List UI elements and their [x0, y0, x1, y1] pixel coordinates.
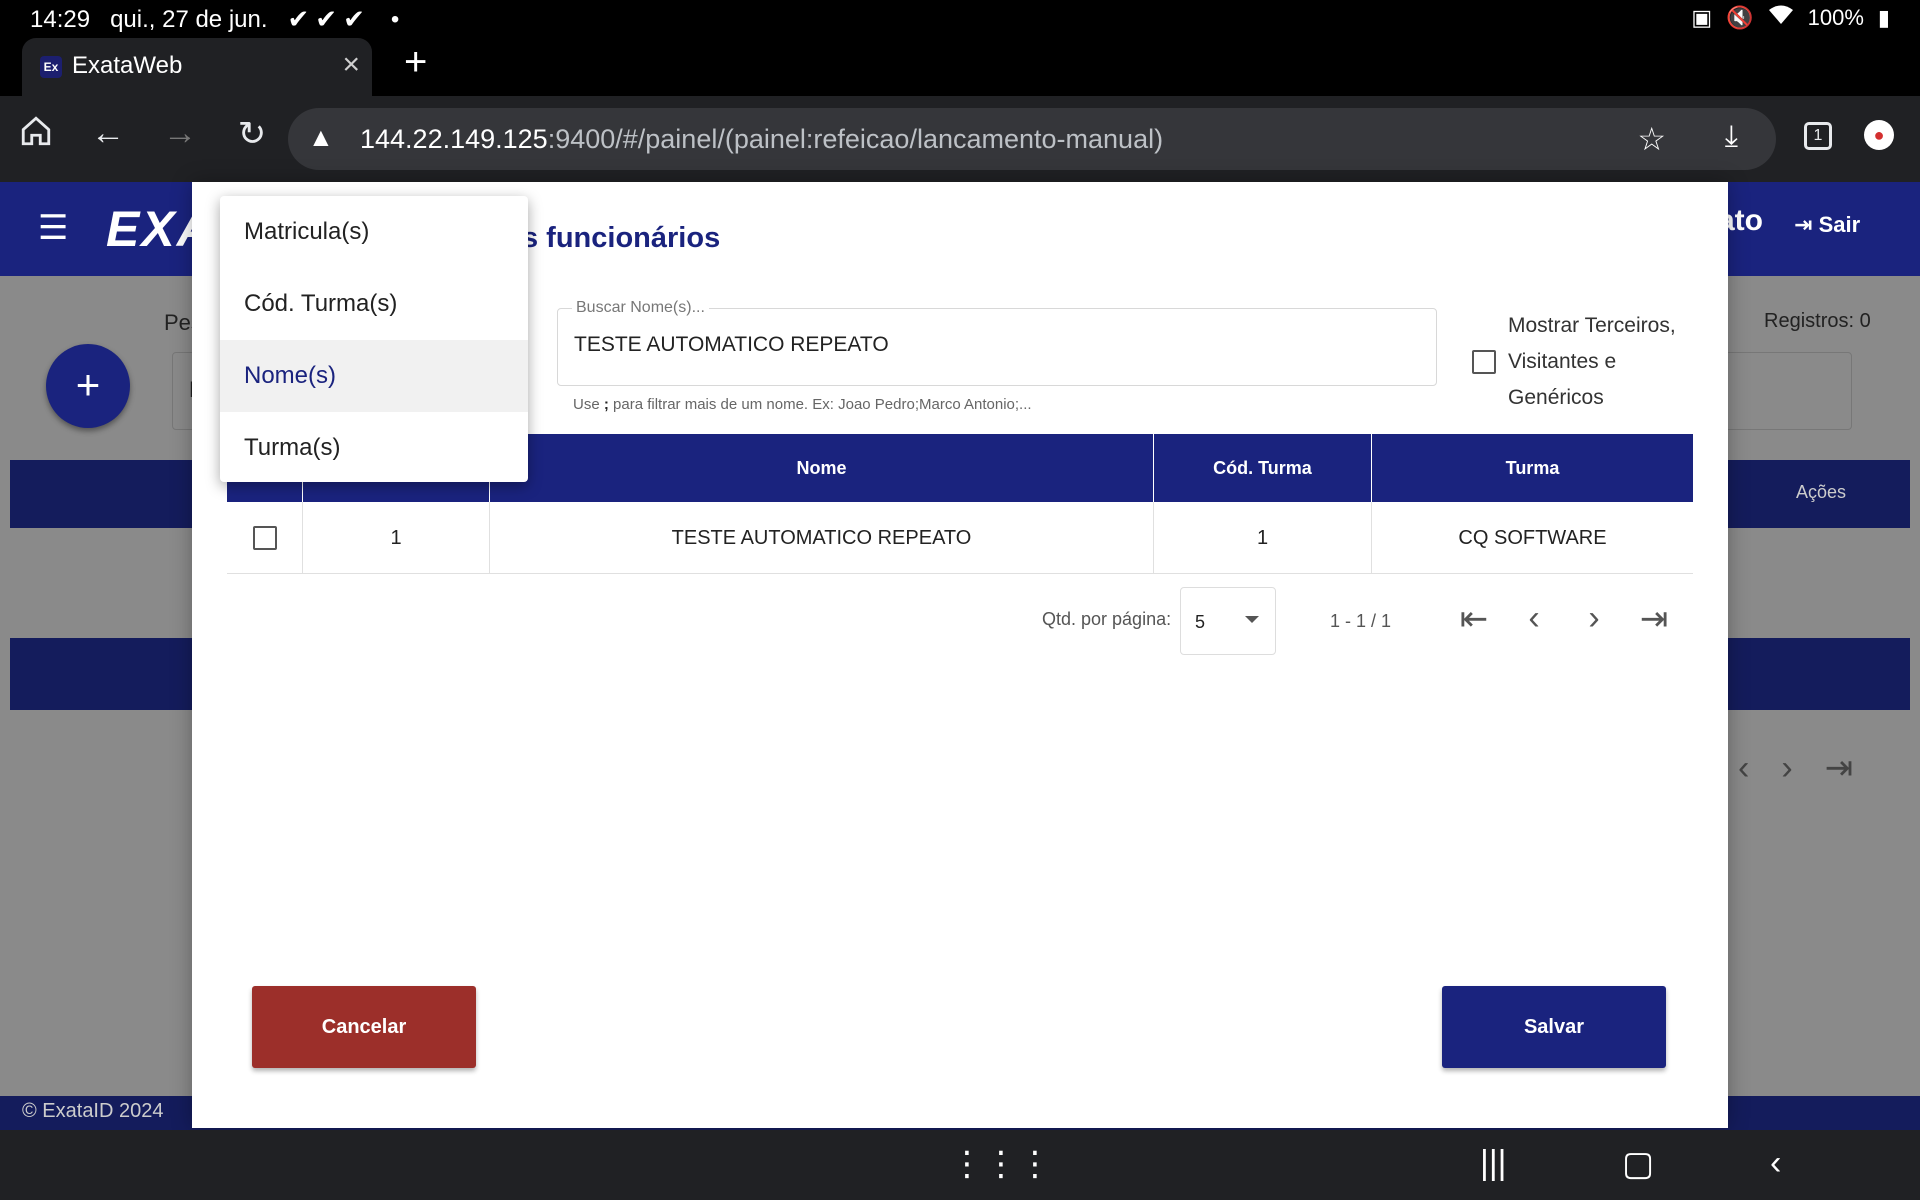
cod-turma-header: Cód. Turma [1154, 434, 1372, 502]
turma-cell: CQ SOFTWARE [1458, 527, 1607, 549]
menu-icon[interactable]: ☰ [38, 208, 68, 248]
search-name-input[interactable] [574, 333, 1414, 357]
row-checkbox[interactable] [253, 526, 277, 550]
first-page-icon[interactable]: ⇤ [1454, 599, 1494, 639]
notification-icons: ✔✔✔ [287, 4, 371, 34]
battery-level: 100% [1807, 5, 1864, 30]
per-page-value: 5 [1195, 612, 1206, 632]
home-icon[interactable] [12, 114, 60, 157]
dropdown-arrow-icon [1245, 616, 1259, 623]
bookmark-star-icon[interactable]: ☆ [1637, 120, 1666, 158]
pagination: Qtd. por página: 5 1 - 1 / 1 ⇤ ‹ › ⇥ [192, 587, 1728, 657]
nfc-icon: ▣ [1691, 5, 1713, 30]
address-bar[interactable]: ▲ 144.22.149.125:9400/#/painel/(painel:r… [288, 108, 1776, 170]
logout-label: Sair [1818, 212, 1861, 237]
home-nav-icon[interactable]: ▢ [1622, 1144, 1654, 1184]
browser-toolbar: ← → ↻ ▲ 144.22.149.125:9400/#/painel/(pa… [0, 96, 1920, 182]
forward-icon[interactable]: → [156, 114, 204, 153]
cancel-button[interactable]: Cancelar [252, 986, 476, 1068]
download-icon[interactable]: ⤓ [1725, 120, 1738, 154]
warning-icon[interactable]: ▲ [308, 122, 334, 153]
nome-cell: TESTE AUTOMATICO REPEATO [490, 502, 1154, 574]
new-tab-icon[interactable]: + [404, 40, 427, 85]
reload-icon[interactable]: ↻ [228, 114, 276, 154]
cod-turma-cell: 1 [1154, 502, 1372, 574]
browser-tab[interactable]: Ex ExataWeb × [22, 38, 372, 96]
search-name-field[interactable]: Buscar Nome(s)... [557, 299, 1437, 386]
menu-item-matricula[interactable]: Matricula(s) [220, 196, 528, 268]
hint-suffix: para filtrar mais de um nome. Ex: Joao P… [613, 396, 1032, 413]
matricula-cell: 1 [303, 502, 490, 574]
turma-header: Turma [1505, 458, 1560, 478]
url-text[interactable]: 144.22.149.125:9400/#/painel/(painel:ref… [360, 124, 1163, 155]
url-path: :9400/#/painel/(painel:refeicao/lancamen… [547, 124, 1164, 154]
save-button[interactable]: Salvar [1442, 986, 1666, 1068]
hint-prefix: Use [573, 396, 600, 413]
close-tab-icon[interactable]: × [342, 48, 360, 82]
tab-count-icon[interactable]: 1 [1804, 122, 1832, 150]
recents-icon[interactable]: ||| [1480, 1144, 1507, 1183]
per-page-label: Qtd. por página: [1042, 609, 1172, 629]
show-third-parties-checkbox[interactable] [1472, 350, 1496, 374]
search-hint: Use ; para filtrar mais de um nome. Ex: … [573, 396, 1032, 413]
clock: 14:29 [30, 5, 91, 33]
background-pagination: ‹›⇥ [1738, 749, 1886, 787]
modal-title: s funcionários [522, 222, 721, 254]
page-range: 1 - 1 / 1 [1330, 611, 1392, 631]
menu-item-nome[interactable]: Nome(s) [220, 340, 528, 412]
apps-grid-icon[interactable]: ⋮⋮⋮ [950, 1144, 1052, 1184]
row-select-cell [227, 502, 303, 574]
exata-favicon-icon: Ex [40, 56, 62, 78]
browser-tab-strip: Ex ExataWeb × + [0, 36, 1920, 96]
profile-icon[interactable]: ● [1864, 120, 1894, 150]
actions-header: Ações [1796, 482, 1847, 502]
records-count: Registros: 0 [1764, 310, 1871, 332]
back-nav-icon[interactable]: ‹ [1770, 1144, 1781, 1183]
show-third-parties-label: Mostrar Terceiros, Visitantes e Genérico… [1508, 314, 1676, 409]
logout-icon: ⇥ [1794, 212, 1813, 237]
add-button[interactable]: + [46, 344, 130, 428]
mute-icon: 🔇 [1726, 5, 1754, 30]
logout-button[interactable]: ⇥ Sair [1794, 212, 1860, 238]
next-page-icon[interactable]: › [1574, 599, 1614, 638]
back-icon[interactable]: ← [84, 114, 132, 153]
wifi-icon [1768, 4, 1794, 32]
filter-type-menu: Matricula(s) Cód. Turma(s) Nome(s) Turma… [220, 196, 528, 482]
prev-page-icon[interactable]: ‹ [1514, 599, 1554, 638]
search-name-label: Buscar Nome(s)... [572, 299, 709, 317]
last-page-icon[interactable]: ⇥ [1634, 599, 1674, 639]
table-row[interactable]: 1 TESTE AUTOMATICO REPEATO 1 CQ SOFTWARE [227, 502, 1693, 574]
date: qui., 27 de jun. [110, 5, 268, 33]
per-page-select[interactable]: 5 [1180, 587, 1276, 655]
url-host: 144.22.149.125 [360, 124, 548, 154]
menu-item-turma[interactable]: Turma(s) [220, 412, 528, 484]
status-bar: 14:29 qui., 27 de jun. ✔✔✔ • ▣ 🔇 100% ▮ [0, 0, 1920, 36]
tab-title: ExataWeb [72, 52, 183, 79]
nome-header: Nome [490, 434, 1154, 502]
notification-dot: • [390, 5, 400, 33]
menu-item-cod-turma[interactable]: Cód. Turma(s) [220, 268, 528, 340]
battery-icon: ▮ [1877, 5, 1890, 30]
android-nav-bar: ⋮⋮⋮ ||| ▢ ‹ [0, 1130, 1920, 1200]
hint-separator: ; [603, 396, 609, 413]
